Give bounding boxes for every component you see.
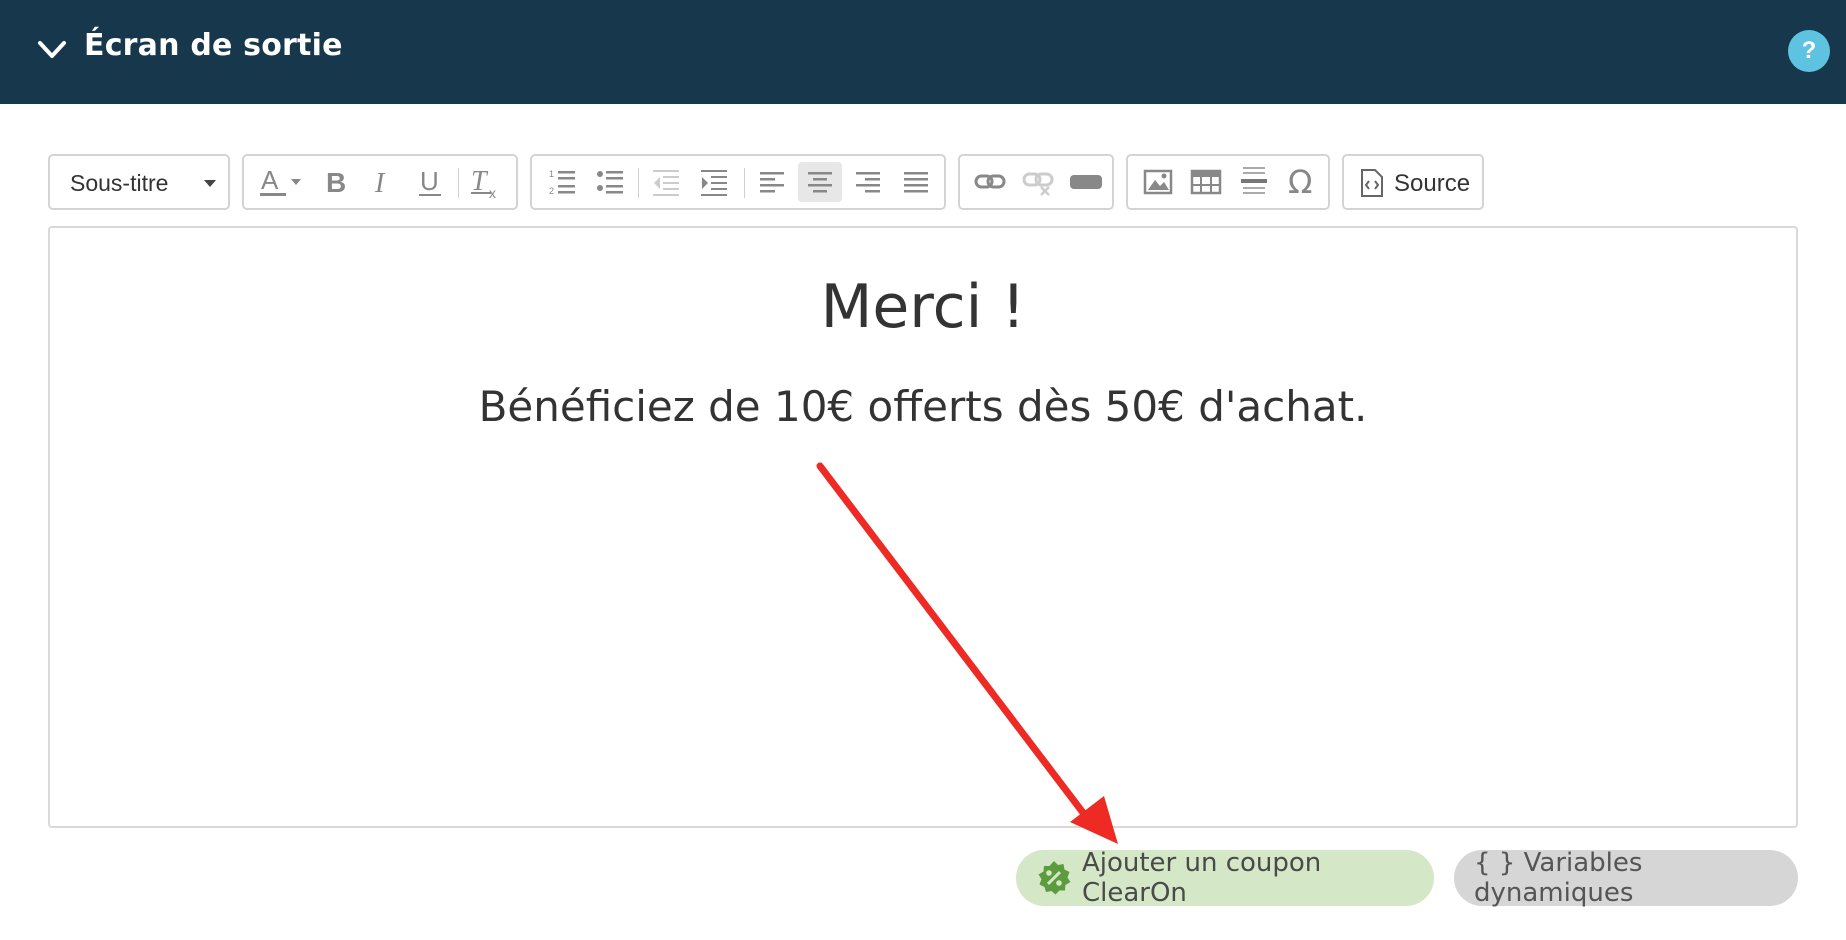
outdent-icon xyxy=(653,170,679,196)
underline-button[interactable]: U xyxy=(408,162,452,202)
caret-down-icon xyxy=(204,180,216,187)
bulleted-list-button[interactable] xyxy=(588,162,632,202)
insert-group: Ω xyxy=(1126,154,1330,210)
svg-text:x: x xyxy=(489,185,496,199)
svg-text:1: 1 xyxy=(549,169,554,179)
italic-icon: I xyxy=(374,168,386,199)
text-color-button[interactable]: A xyxy=(256,162,308,202)
text-color-icon: A xyxy=(260,165,301,196)
toolbar-separator xyxy=(744,168,745,198)
indent-icon xyxy=(701,170,727,196)
anchor-button[interactable] xyxy=(1064,162,1108,202)
help-button[interactable]: ? xyxy=(1788,30,1830,72)
chevron-down-icon[interactable] xyxy=(36,38,68,62)
source-icon xyxy=(1361,169,1383,197)
horizontal-rule-icon xyxy=(1241,167,1267,194)
add-coupon-label: Ajouter un coupon ClearOn xyxy=(1081,848,1322,908)
align-center-icon xyxy=(808,172,832,193)
unlink-button[interactable] xyxy=(1016,162,1060,202)
align-left-icon xyxy=(760,172,784,193)
special-character-button[interactable]: Ω xyxy=(1280,162,1324,202)
svg-text:I: I xyxy=(374,168,386,199)
toolbar-separator xyxy=(458,168,459,198)
outdent-button[interactable] xyxy=(644,162,688,202)
align-center-button[interactable] xyxy=(798,162,842,202)
source-button[interactable]: Source xyxy=(1342,154,1484,210)
dynamic-variables-button[interactable]: { } Variables dynamiques xyxy=(1454,848,1798,908)
source-button-label: Source xyxy=(1394,170,1471,197)
link-button[interactable] xyxy=(968,162,1012,202)
svg-text:B: B xyxy=(326,167,346,198)
table-icon xyxy=(1190,169,1222,195)
table-button[interactable] xyxy=(1184,162,1228,202)
editor-heading: Merci ! xyxy=(820,272,1026,342)
justify-button[interactable] xyxy=(894,162,938,202)
section-header[interactable]: Écran de sortie ? xyxy=(0,0,1846,104)
svg-text:U: U xyxy=(420,166,439,196)
remove-format-button[interactable]: T x xyxy=(464,162,508,202)
numbered-list-button[interactable]: 1 2 xyxy=(540,162,584,202)
add-clearon-coupon-button[interactable]: Ajouter un coupon ClearOn xyxy=(1016,848,1434,908)
rich-text-editor[interactable]: Merci ! Bénéficiez de 10€ offerts dès 50… xyxy=(48,226,1798,828)
underline-icon: U xyxy=(419,166,441,196)
svg-text:Ω: Ω xyxy=(1288,165,1312,199)
section-title: Écran de sortie xyxy=(84,28,343,63)
align-right-icon xyxy=(856,172,880,193)
anchor-icon xyxy=(1070,175,1102,189)
bold-button[interactable]: B xyxy=(314,162,358,202)
svg-text:A: A xyxy=(261,165,279,195)
align-right-button[interactable] xyxy=(846,162,890,202)
editor-paragraph: Bénéficiez de 10€ offerts dès 50€ d'acha… xyxy=(478,382,1368,431)
style-select[interactable]: Sous-titre xyxy=(48,154,230,210)
numbered-list-icon: 1 2 xyxy=(549,169,575,196)
svg-text:2: 2 xyxy=(549,186,554,196)
unlink-icon xyxy=(1022,172,1054,196)
horizontal-rule-button[interactable] xyxy=(1232,162,1276,202)
link-icon xyxy=(974,174,1006,189)
remove-format-icon: T x xyxy=(471,166,496,199)
style-select-value: Sous-titre xyxy=(70,170,169,196)
formatting-group: A B I U T x xyxy=(242,154,518,210)
bold-icon: B xyxy=(326,167,346,198)
bulleted-list-icon xyxy=(597,171,623,194)
justify-icon xyxy=(904,172,928,193)
image-icon xyxy=(1143,169,1173,195)
links-group xyxy=(958,154,1114,210)
italic-button[interactable]: I xyxy=(360,162,404,202)
omega-icon: Ω xyxy=(1288,165,1312,199)
coupon-badge-icon xyxy=(1038,861,1071,895)
paragraph-group: 1 2 xyxy=(530,154,946,210)
image-button[interactable] xyxy=(1136,162,1180,202)
indent-button[interactable] xyxy=(692,162,736,202)
align-left-button[interactable] xyxy=(750,162,794,202)
dynamic-variables-label: { } Variables dynamiques xyxy=(1474,848,1643,908)
toolbar-separator xyxy=(638,168,639,198)
